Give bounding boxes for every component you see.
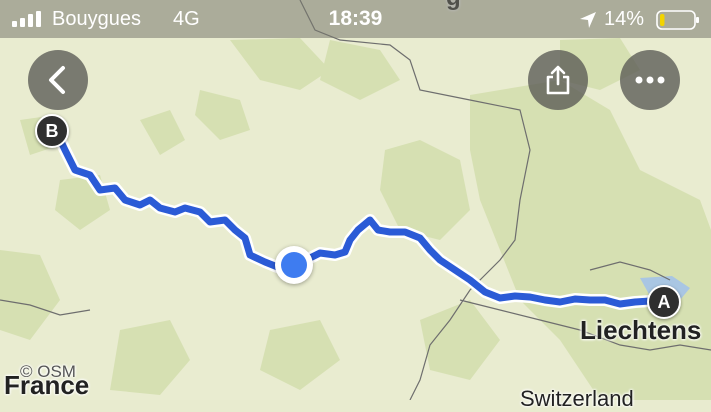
current-location-dot: [275, 246, 313, 284]
more-button[interactable]: [620, 50, 680, 110]
route-start-marker-label: A: [657, 291, 671, 312]
chevron-left-icon: [49, 66, 65, 94]
route-start-marker[interactable]: A: [647, 285, 681, 319]
status-bar: Bouygues 4G 18:39 14%: [0, 0, 711, 38]
back-button[interactable]: [28, 50, 88, 110]
battery-percent: 14%: [604, 8, 645, 30]
map-label-liechtenstein: Liechtens: [580, 315, 702, 345]
map-label-switzerland: Switzerland: [520, 386, 634, 411]
battery-icon: [656, 10, 699, 30]
map-attribution: © OSM: [20, 362, 76, 381]
location-arrow-icon: [580, 12, 596, 28]
share-icon: [546, 65, 570, 95]
route-end-marker-label: B: [45, 120, 59, 141]
route-end-marker[interactable]: B: [35, 114, 69, 148]
more-icon: [635, 76, 665, 84]
share-button[interactable]: [528, 50, 588, 110]
